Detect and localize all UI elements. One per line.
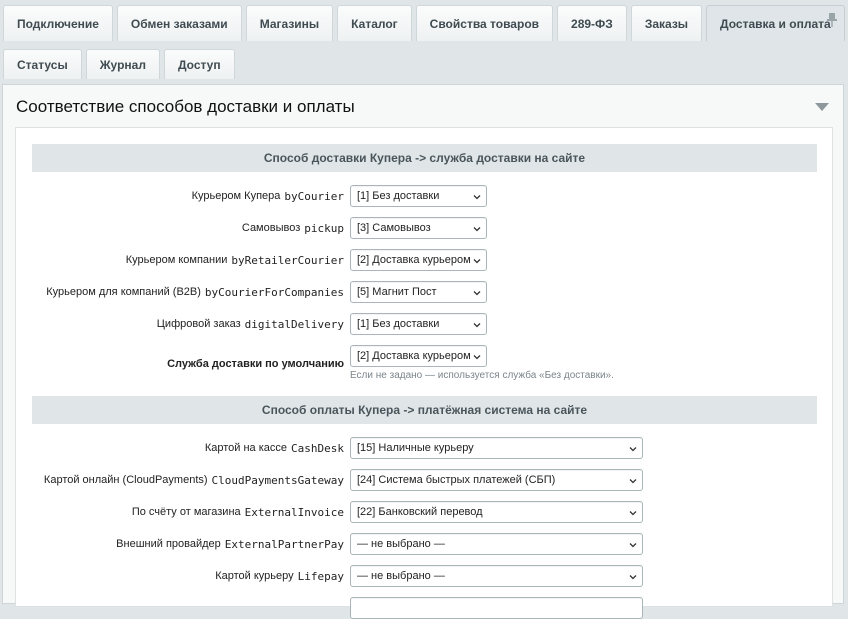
- payment-row-cashdesk: Картой на кассе CashDesk [15] Наличные ку…: [16, 437, 832, 461]
- chevron-down-icon: [473, 355, 481, 360]
- row-label: Курьером для компаний (B2B) byCourierForC…: [46, 285, 344, 299]
- tab-289-fz[interactable]: 289-ФЗ: [557, 5, 627, 41]
- tab-log[interactable]: Журнал: [85, 49, 160, 79]
- delivery-select-bycourier[interactable]: [1] Без доставки: [350, 185, 487, 207]
- payment-group-heading: Способ оплаты Купера -> платёжная систем…: [32, 396, 817, 424]
- tab-statuses[interactable]: Статусы: [3, 49, 82, 79]
- row-label: Цифровой заказ digitalDelivery: [156, 317, 344, 331]
- delivery-row-byretailercourier: Курьером компании byRetailerCourier [2] Д…: [16, 249, 832, 273]
- payment-select-externalinvoice[interactable]: [22] Банковский перевод: [350, 501, 643, 523]
- payment-select-next[interactable]: [350, 597, 643, 619]
- delivery-group-heading: Способ доставки Купера -> служба доставк…: [32, 144, 817, 172]
- delivery-select-byretailercourier[interactable]: [2] Доставка курьером: [350, 249, 487, 271]
- chevron-down-icon: [473, 323, 481, 328]
- chevron-down-icon: [629, 447, 637, 452]
- tab-catalog[interactable]: Каталог: [337, 5, 412, 41]
- delivery-row-bycourier: Курьером Купера byCourier [1] Без доставк…: [16, 185, 832, 209]
- delivery-select-pickup[interactable]: [3] Самовывоз: [350, 217, 487, 239]
- chevron-down-icon: [473, 195, 481, 200]
- delivery-row-bycourierforcompanies: Курьером для компаний (B2B) byCourierForC…: [16, 281, 832, 305]
- settings-panel: Соответствие способов доставки и оплаты …: [2, 84, 844, 619]
- row-label: Картой курьеру Lifepay: [215, 569, 344, 583]
- payment-row-externalpartnerpay: Внешний провайдер ExternalPartnerPay — не…: [16, 533, 832, 557]
- default-delivery-select[interactable]: [2] Доставка курьером: [350, 345, 487, 367]
- default-delivery-label: Служба доставки по умолчанию: [167, 358, 344, 370]
- tab-product-properties[interactable]: Свойства товаров: [415, 5, 554, 41]
- tab-stores[interactable]: Магазины: [245, 5, 334, 41]
- tab-orders[interactable]: Заказы: [630, 5, 703, 41]
- top-tab-bar: Подключение Обмен заказами Магазины Ката…: [3, 5, 848, 41]
- chevron-down-icon: [473, 259, 481, 264]
- pin-icon[interactable]: [824, 12, 840, 28]
- collapse-triangle-icon[interactable]: [815, 103, 829, 111]
- row-label: Курьером Купера byCourier: [191, 189, 344, 203]
- default-delivery-hint: Если не задано — используется служба «Бе…: [350, 370, 614, 381]
- delivery-row-default: Служба доставки по умолчанию [2] Доставк…: [16, 345, 832, 385]
- delivery-row-pickup: Самовывоз pickup [3] Самовывоз: [16, 217, 832, 241]
- chevron-down-icon: [629, 479, 637, 484]
- delivery-select-digitaldelivery[interactable]: [1] Без доставки: [350, 313, 487, 335]
- payment-row-externalinvoice: По счёту от магазина ExternalInvoice [22]…: [16, 501, 832, 525]
- chevron-down-icon: [473, 291, 481, 296]
- payment-select-lifepay[interactable]: — не выбрано —: [350, 565, 643, 587]
- delivery-select-bycourierforcompanies[interactable]: [5] Магнит Пост: [350, 281, 487, 303]
- chevron-down-icon: [629, 543, 637, 548]
- payment-select-cashdesk[interactable]: [15] Наличные курьеру: [350, 437, 643, 459]
- row-label: Картой онлайн (CloudPayments) CloudPaymen…: [43, 473, 344, 487]
- payment-row-cloudpaymentsgateway: Картой онлайн (CloudPayments) CloudPaymen…: [16, 469, 832, 493]
- chevron-down-icon: [629, 575, 637, 580]
- row-label: По счёту от магазина ExternalInvoice: [131, 505, 344, 519]
- delivery-row-digitaldelivery: Цифровой заказ digitalDelivery [1] Без до…: [16, 313, 832, 337]
- row-label: Курьером компании byRetailerCourier: [125, 253, 344, 267]
- chevron-down-icon: [629, 511, 637, 516]
- row-label: Внешний провайдер ExternalPartnerPay: [116, 537, 344, 551]
- sub-tab-bar: Статусы Журнал Доступ: [3, 49, 239, 79]
- row-label: Самовывоз pickup: [241, 221, 344, 235]
- tab-order-exchange[interactable]: Обмен заказами: [116, 5, 242, 41]
- row-label: Картой на кассе CashDesk: [204, 441, 344, 455]
- tab-access[interactable]: Доступ: [163, 49, 235, 79]
- payment-row-lifepay: Картой курьеру Lifepay — не выбрано —: [16, 565, 832, 589]
- mapping-form: Способ доставки Купера -> служба доставк…: [15, 127, 833, 619]
- section-title: Соответствие способов доставки и оплаты: [16, 97, 355, 116]
- payment-select-externalpartnerpay[interactable]: — не выбрано —: [350, 533, 643, 555]
- payment-select-cloudpaymentsgateway[interactable]: [24] Система быстрых платежей (СБП): [350, 469, 643, 491]
- tab-connection[interactable]: Подключение: [3, 5, 113, 41]
- chevron-down-icon: [473, 227, 481, 232]
